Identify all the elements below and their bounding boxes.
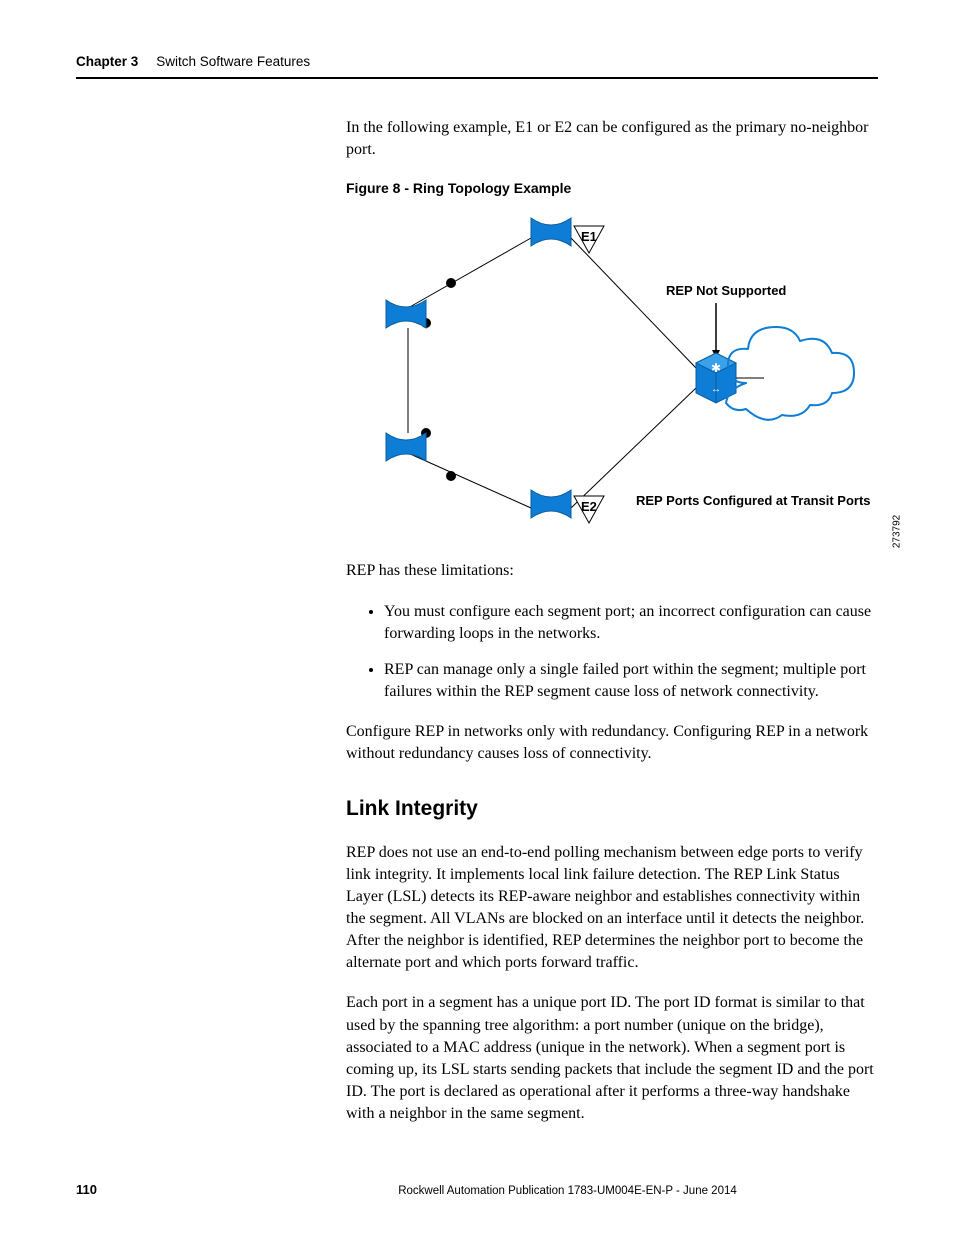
svg-text:✱: ✱ (711, 361, 721, 375)
topology-svg: ✱ ↔ (346, 208, 886, 538)
config-note: Configure REP in networks only with redu… (346, 721, 876, 765)
cloud-icon (726, 327, 854, 420)
page-number: 110 (76, 1182, 97, 1197)
label-e2: E2 (581, 498, 597, 516)
router-icon: ✱ ↔ (696, 353, 736, 403)
chapter-title: Switch Software Features (156, 54, 310, 69)
body-paragraph: Each port in a segment has a unique port… (346, 992, 876, 1124)
label-e1: E1 (581, 228, 597, 246)
body-paragraph: REP does not use an end-to-end polling m… (346, 842, 876, 974)
figure-id-number: 273792 (890, 514, 904, 547)
publication-info: Rockwell Automation Publication 1783-UM0… (257, 1185, 878, 1197)
intro-paragraph: In the following example, E1 or E2 can b… (346, 117, 876, 161)
limitations-intro: REP has these limitations: (346, 560, 876, 582)
figure-8-diagram: ✱ ↔ E1 E2 REP Not Supported REP Ports Co… (346, 208, 876, 538)
label-transit: REP Ports Configured at Transit Ports (636, 492, 871, 510)
label-not-supported: REP Not Supported (666, 282, 786, 300)
limitation-item: You must configure each segment port; an… (384, 601, 876, 645)
body-column: In the following example, E1 or E2 can b… (346, 117, 876, 1125)
running-header: Chapter 3 Switch Software Features (76, 54, 878, 79)
svg-text:↔: ↔ (711, 384, 721, 395)
chapter-label: Chapter 3 (76, 54, 138, 69)
page-footer: 110 Rockwell Automation Publication 1783… (76, 1182, 878, 1197)
section-heading: Link Integrity (346, 795, 876, 824)
switch-icon (386, 218, 571, 518)
limitations-list: You must configure each segment port; an… (384, 601, 876, 703)
limitation-item: REP can manage only a single failed port… (384, 659, 876, 703)
figure-caption: Figure 8 - Ring Topology Example (346, 179, 876, 198)
